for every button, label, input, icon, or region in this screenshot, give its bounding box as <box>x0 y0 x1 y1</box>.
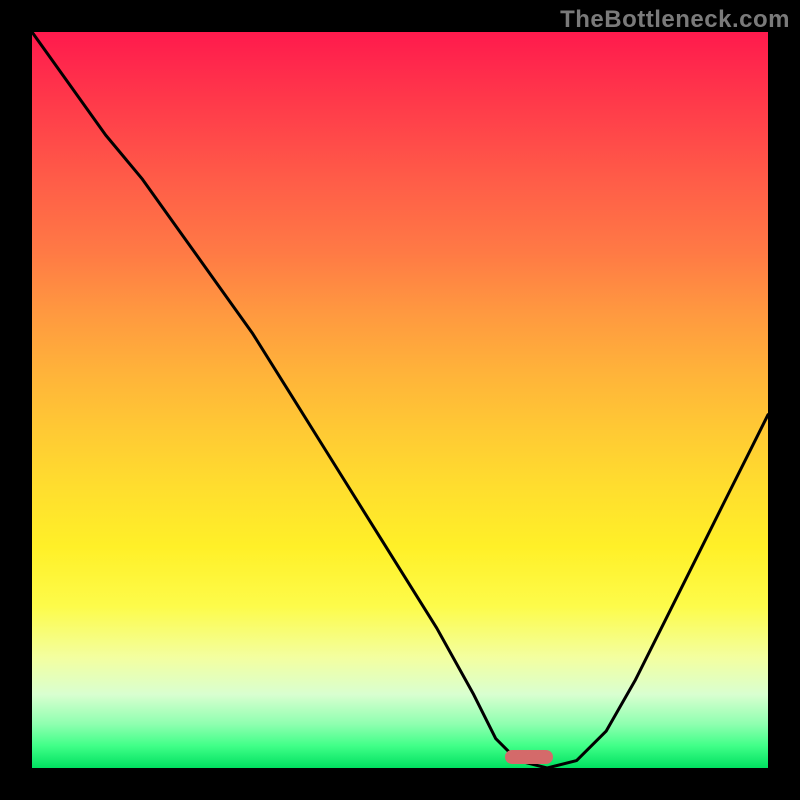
watermark-text: TheBottleneck.com <box>560 6 790 34</box>
chart-frame: TheBottleneck.com <box>0 0 800 800</box>
optimum-marker <box>505 750 553 764</box>
bottleneck-curve <box>32 32 768 768</box>
plot-area <box>32 32 768 768</box>
